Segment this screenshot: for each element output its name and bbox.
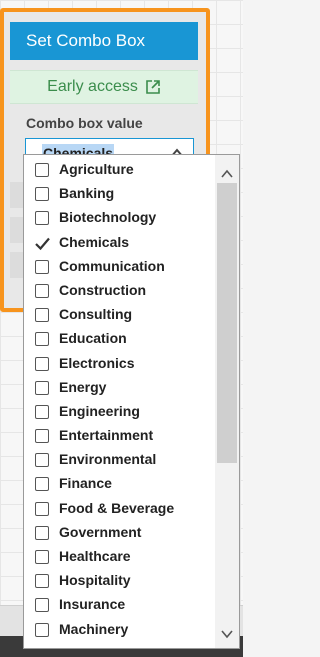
option-label: Agriculture bbox=[59, 161, 134, 177]
dropdown-option[interactable]: Hospitality bbox=[24, 570, 212, 594]
option-label: Environmental bbox=[59, 451, 157, 468]
checkbox[interactable] bbox=[35, 477, 49, 492]
dropdown-option[interactable]: Chemicals bbox=[24, 232, 212, 256]
dropdown-option[interactable]: Education bbox=[24, 328, 212, 352]
option-label: Hospitality bbox=[59, 572, 131, 589]
checkbox[interactable] bbox=[35, 574, 49, 589]
option-label: Chemicals bbox=[59, 233, 130, 250]
dropdown-option[interactable]: Insurance bbox=[24, 594, 212, 618]
dropdown-option[interactable]: Biotechnology bbox=[24, 207, 212, 231]
dropdown-option[interactable]: Government bbox=[24, 522, 212, 546]
scrollbar-thumb[interactable] bbox=[217, 183, 237, 463]
checkbox[interactable] bbox=[35, 211, 49, 226]
dropdown-option[interactable]: Construction bbox=[24, 280, 212, 304]
checkbox[interactable] bbox=[35, 187, 49, 202]
option-label: Consulting bbox=[59, 306, 133, 323]
option-label: Energy bbox=[59, 378, 107, 395]
dropdown-option[interactable]: Engineering bbox=[24, 401, 212, 425]
checkbox[interactable] bbox=[35, 622, 49, 637]
checkbox-checked[interactable] bbox=[35, 236, 50, 250]
dropdown-option[interactable]: Communication bbox=[24, 256, 212, 280]
option-label: Communication bbox=[59, 257, 165, 274]
dropdown-option[interactable]: Healthcare bbox=[24, 546, 212, 570]
checkbox[interactable] bbox=[35, 525, 49, 540]
option-label: Construction bbox=[59, 281, 147, 298]
option-label: Biotechnology bbox=[59, 209, 157, 226]
checkbox[interactable] bbox=[35, 501, 49, 516]
dropdown-option[interactable]: Machinery bbox=[24, 619, 212, 643]
panel-title: Set Combo Box bbox=[10, 22, 198, 60]
dropdown-option[interactable]: Banking bbox=[24, 183, 212, 207]
checkbox[interactable] bbox=[35, 332, 49, 347]
external-link-icon bbox=[146, 80, 160, 94]
option-list: Agriculture Banking Biotechnology Chemicals… bbox=[24, 159, 212, 643]
option-label: Banking bbox=[59, 185, 115, 202]
dropdown-option[interactable]: Consulting bbox=[24, 304, 212, 328]
dropdown-option[interactable]: Entertainment bbox=[24, 425, 212, 449]
combo-dropdown-list[interactable]: Agriculture Banking Biotechnology Chemicals… bbox=[23, 154, 240, 649]
option-label: Electronics bbox=[59, 354, 135, 371]
option-label: Government bbox=[59, 523, 142, 540]
dropdown-option[interactable]: Finance bbox=[24, 473, 212, 497]
checkbox[interactable] bbox=[35, 429, 49, 444]
checkbox[interactable] bbox=[35, 163, 49, 177]
option-label: Engineering bbox=[59, 402, 140, 419]
checkmark-icon bbox=[35, 237, 50, 250]
option-label: Healthcare bbox=[59, 548, 131, 564]
checkbox[interactable] bbox=[35, 356, 49, 371]
option-label: Entertainment bbox=[59, 427, 154, 444]
option-label: Education bbox=[59, 330, 127, 347]
checkbox[interactable] bbox=[35, 453, 49, 468]
dropdown-option[interactable]: Environmental bbox=[24, 449, 212, 473]
dropdown-option[interactable]: Electronics bbox=[24, 353, 212, 377]
scrollbar[interactable] bbox=[215, 155, 239, 648]
scroll-up-icon[interactable] bbox=[219, 167, 235, 181]
checkbox[interactable] bbox=[35, 308, 49, 323]
dropdown-option[interactable]: Agriculture bbox=[24, 159, 212, 183]
combo-box-value-label: Combo box value bbox=[26, 115, 143, 131]
scroll-down-icon[interactable] bbox=[219, 627, 235, 641]
checkbox[interactable] bbox=[35, 404, 49, 419]
checkbox[interactable] bbox=[35, 598, 49, 613]
checkbox[interactable] bbox=[35, 380, 49, 395]
option-label: Machinery bbox=[59, 620, 129, 637]
option-label: Insurance bbox=[59, 596, 126, 613]
dropdown-option[interactable]: Energy bbox=[24, 377, 212, 401]
option-label: Food & Beverage bbox=[59, 499, 175, 516]
checkbox[interactable] bbox=[35, 550, 49, 564]
checkbox[interactable] bbox=[35, 283, 49, 298]
checkbox[interactable] bbox=[35, 259, 49, 274]
early-access-link[interactable]: Early access bbox=[10, 70, 198, 104]
early-access-label: Early access bbox=[47, 78, 138, 95]
dropdown-option[interactable]: Food & Beverage bbox=[24, 498, 212, 522]
option-label: Finance bbox=[59, 475, 112, 492]
